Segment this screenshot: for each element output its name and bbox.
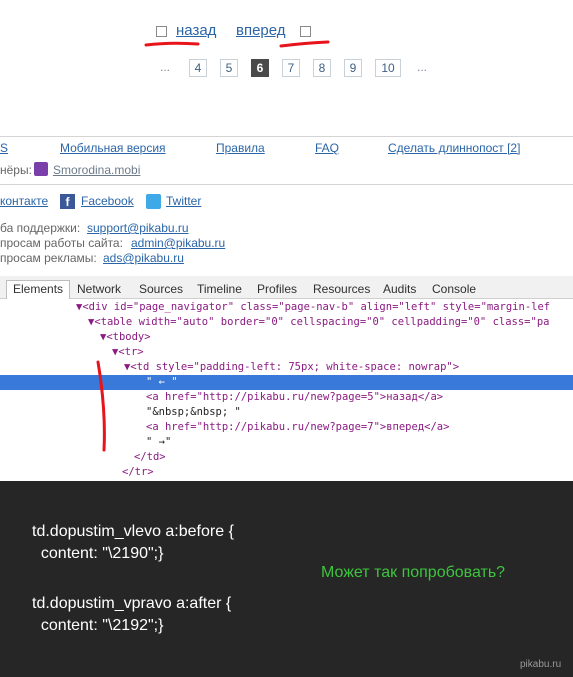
contact-email-support[interactable]: support@pikabu.ru — [87, 221, 189, 235]
facebook-icon: f — [60, 194, 75, 209]
page-8[interactable]: 8 — [313, 59, 331, 77]
page-10[interactable]: 10 — [375, 59, 401, 77]
tab-elements[interactable]: Elements — [6, 280, 71, 299]
css-line-2: content: "\2190";} — [32, 545, 164, 562]
vk-link[interactable]: контакте — [0, 194, 48, 208]
contact-email-ads[interactable]: ads@pikabu.ru — [103, 251, 184, 265]
tab-profiles[interactable]: Profiles — [257, 282, 297, 296]
contact-email-admin[interactable]: admin@pikabu.ru — [131, 236, 225, 250]
devtools-tab-bar: Elements Network Sources Timeline Profil… — [0, 276, 573, 299]
dom-node-div[interactable]: ▼<div id="page_navigator" class="page-na… — [76, 300, 550, 315]
dom-node-a-prev[interactable]: <a href="http://pikabu.ru/new?page=5">на… — [146, 390, 443, 405]
partners-label: нёры: — [0, 163, 32, 177]
css-line-3: td.dopustim_vpravo a:after { — [32, 595, 232, 612]
dom-text-right-arrow[interactable]: " →" — [146, 435, 171, 450]
contact-label-ads: просам рекламы: — [0, 251, 97, 265]
pager-ellipsis-right: ... — [417, 60, 428, 74]
suggestion-panel: td.dopustim_vlevo a:before { content: "\… — [0, 481, 573, 677]
contact-label-support: ба поддержки: — [0, 221, 81, 235]
watermark: pikabu.ru — [520, 659, 562, 670]
twitter-link[interactable]: Twitter — [166, 194, 201, 208]
dom-node-tr-close[interactable]: </tr> — [122, 465, 154, 480]
footer-divider-top — [0, 136, 573, 137]
footer-link-rules[interactable]: Правила — [216, 141, 265, 155]
suggestion-comment: Может так попробовать? — [321, 564, 506, 581]
css-line-1: td.dopustim_vlevo a:before { — [32, 523, 234, 540]
dom-node-table[interactable]: ▼<table width="auto" border="0" cellspac… — [88, 315, 549, 330]
longpost-label: Сделать длиннопост — [388, 141, 504, 155]
dom-text-left-arrow: " ← " — [146, 376, 178, 388]
tab-timeline[interactable]: Timeline — [197, 282, 242, 296]
footer-link-mobile[interactable]: Мобильная версия — [60, 141, 166, 155]
dom-node-tbody[interactable]: ▼<tbody> — [100, 330, 151, 345]
css-line-4: content: "\2192";} — [32, 617, 164, 634]
tab-resources[interactable]: Resources — [313, 282, 370, 296]
page-6-current: 6 — [251, 59, 269, 77]
page-5[interactable]: 5 — [220, 59, 238, 77]
page-9[interactable]: 9 — [344, 59, 362, 77]
contact-label-admin: просам работы сайта: — [0, 236, 123, 250]
tab-network[interactable]: Network — [77, 282, 121, 296]
footer-link-faq[interactable]: FAQ — [315, 141, 339, 155]
footer-link-longpost[interactable]: Сделать длиннопост [2] — [388, 141, 520, 155]
pager-ellipsis-left: ... — [160, 60, 171, 74]
dom-text-nbsp[interactable]: "&nbsp;&nbsp; " — [146, 405, 241, 420]
page-7[interactable]: 7 — [282, 59, 300, 77]
facebook-link[interactable]: Facebook — [81, 194, 134, 208]
dom-node-a-next[interactable]: <a href="http://pikabu.ru/new?page=7">вп… — [146, 420, 449, 435]
partner-smorodina-link[interactable]: Smorodina.mobi — [53, 163, 140, 177]
footer-link-partial[interactable]: S — [0, 141, 8, 155]
prev-underline-mark — [144, 41, 200, 47]
twitter-icon — [146, 194, 161, 209]
tab-sources[interactable]: Sources — [139, 282, 183, 296]
red-bracket-annotation — [96, 360, 106, 452]
tab-audits[interactable]: Audits — [383, 282, 416, 296]
dom-node-td-close[interactable]: </td> — [134, 450, 166, 465]
longpost-count: [2] — [507, 141, 521, 155]
smorodina-logo-icon — [34, 162, 48, 176]
red-underline-annotations — [144, 40, 330, 48]
dom-node-td[interactable]: ▼<td style="padding-left: 75px; white-sp… — [124, 360, 459, 375]
page-4[interactable]: 4 — [189, 59, 207, 77]
next-underline-mark — [279, 40, 330, 48]
footer-divider-mid — [0, 184, 573, 185]
tab-console[interactable]: Console — [432, 282, 476, 296]
